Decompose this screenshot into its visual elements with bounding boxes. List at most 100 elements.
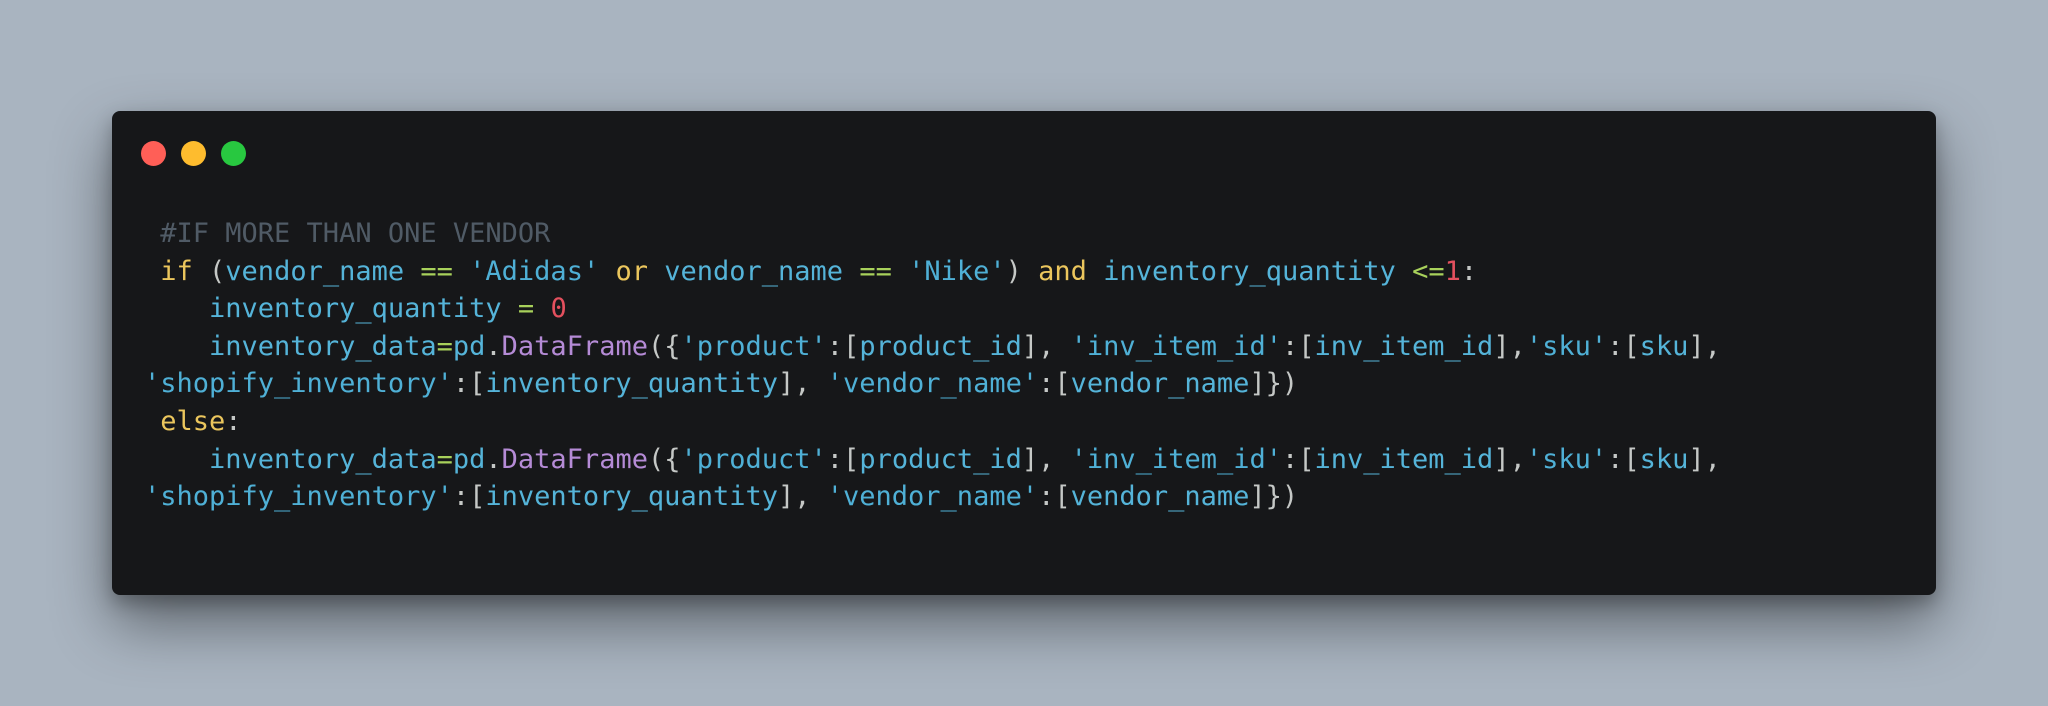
code-token: = bbox=[436, 443, 453, 475]
code-token: ], bbox=[777, 368, 827, 400]
code-token: vendor_name bbox=[1070, 481, 1250, 513]
code-token: inv_item_id bbox=[1314, 443, 1494, 475]
code-token: inventory_quantity bbox=[209, 293, 502, 325]
code-token: . bbox=[485, 443, 502, 475]
code-line-comment: #IF MORE THAN ONE VENDOR bbox=[144, 215, 1721, 253]
code-line-assign-zero: inventory_quantity = 0 bbox=[144, 290, 1721, 328]
code-token: :[ bbox=[826, 330, 860, 362]
code-token: ]}) bbox=[1249, 368, 1299, 400]
code-token: 'inv_item_id' bbox=[1070, 443, 1282, 475]
code-line-dataframe-1a: inventory_data=pd.DataFrame({'product':[… bbox=[144, 328, 1721, 366]
code-token: ({ bbox=[647, 330, 681, 362]
code-token: sku bbox=[1639, 443, 1689, 475]
code-token: inventory_quantity bbox=[1103, 255, 1396, 287]
code-token: :[ bbox=[1607, 330, 1640, 362]
code-token: :[ bbox=[452, 368, 486, 400]
code-token: 'Adidas' bbox=[469, 255, 600, 287]
code-token: ], bbox=[1688, 443, 1721, 475]
code-token: ) bbox=[1005, 255, 1039, 287]
code-token: and bbox=[1038, 255, 1087, 287]
code-token: ( bbox=[192, 255, 226, 287]
code-token: pd bbox=[452, 330, 486, 362]
code-token: 'Nike' bbox=[908, 255, 1006, 287]
code-token: : bbox=[225, 405, 242, 437]
code-token: inventory_quantity bbox=[485, 481, 778, 513]
code-token: inv_item_id bbox=[1314, 330, 1494, 362]
code-window: #IF MORE THAN ONE VENDOR if (vendor_name… bbox=[112, 111, 1936, 595]
code-block: #IF MORE THAN ONE VENDOR if (vendor_name… bbox=[144, 215, 1721, 516]
code-token: DataFrame bbox=[501, 330, 648, 362]
close-button-icon[interactable] bbox=[141, 141, 166, 166]
code-token: sku bbox=[1639, 330, 1689, 362]
code-token: vendor_name bbox=[225, 255, 405, 287]
code-token: #IF MORE THAN ONE VENDOR bbox=[144, 218, 551, 249]
code-token: ], bbox=[1688, 330, 1721, 362]
code-line-dataframe-2a: inventory_data=pd.DataFrame({'product':[… bbox=[144, 441, 1721, 479]
code-token: inventory_data bbox=[209, 443, 437, 475]
code-token: else bbox=[160, 405, 226, 437]
code-token: inventory_data bbox=[209, 330, 437, 362]
code-token: == bbox=[859, 255, 892, 287]
code-token: :[ bbox=[826, 443, 860, 475]
code-token: :[ bbox=[1607, 443, 1640, 475]
code-token: ], bbox=[777, 481, 827, 513]
code-token: 'vendor_name' bbox=[826, 368, 1039, 400]
code-token: DataFrame bbox=[501, 443, 648, 475]
code-token: :[ bbox=[1281, 330, 1315, 362]
code-token: : bbox=[1460, 255, 1478, 287]
code-token: ({ bbox=[647, 443, 681, 475]
code-token: :[ bbox=[1038, 481, 1071, 513]
code-token: pd bbox=[452, 443, 486, 475]
code-token: ], bbox=[1021, 330, 1071, 362]
code-token: if bbox=[160, 255, 193, 287]
code-token: ]}) bbox=[1249, 481, 1299, 513]
code-token: 'vendor_name' bbox=[826, 481, 1039, 513]
code-token: 1 bbox=[1444, 255, 1461, 287]
code-token: . bbox=[485, 330, 502, 362]
code-token: :[ bbox=[452, 481, 486, 513]
code-token: vendor_name bbox=[664, 255, 844, 287]
code-token: product_id bbox=[859, 443, 1022, 475]
code-token: 'shopify_inventory' bbox=[144, 481, 453, 513]
code-token: ], bbox=[1493, 330, 1526, 362]
code-token: :[ bbox=[1038, 368, 1071, 400]
code-token: ], bbox=[1021, 443, 1071, 475]
window-controls bbox=[141, 141, 246, 166]
code-token: vendor_name bbox=[1070, 368, 1250, 400]
code-line-dataframe-1b: 'shopify_inventory':[inventory_quantity]… bbox=[144, 365, 1721, 403]
code-token: ], bbox=[1493, 443, 1526, 475]
code-token: :[ bbox=[1281, 443, 1315, 475]
code-token: 'shopify_inventory' bbox=[144, 368, 453, 400]
code-token: <= bbox=[1412, 255, 1445, 287]
code-token: == bbox=[420, 255, 453, 287]
code-token: inventory_quantity bbox=[485, 368, 778, 400]
code-token: 'sku' bbox=[1525, 443, 1608, 475]
code-token: 0 bbox=[550, 293, 567, 325]
minimize-button-icon[interactable] bbox=[181, 141, 206, 166]
code-token: = bbox=[517, 293, 535, 325]
code-token: 'product' bbox=[680, 330, 827, 362]
code-line-else-statement: else: bbox=[144, 403, 1721, 441]
code-line-dataframe-2b: 'shopify_inventory':[inventory_quantity]… bbox=[144, 478, 1721, 516]
code-line-if-statement: if (vendor_name == 'Adidas' or vendor_na… bbox=[144, 253, 1721, 291]
maximize-button-icon[interactable] bbox=[221, 141, 246, 166]
code-token: 'sku' bbox=[1525, 330, 1608, 362]
code-token: 'product' bbox=[680, 443, 827, 475]
code-token: 'inv_item_id' bbox=[1070, 330, 1282, 362]
code-token: product_id bbox=[859, 330, 1022, 362]
